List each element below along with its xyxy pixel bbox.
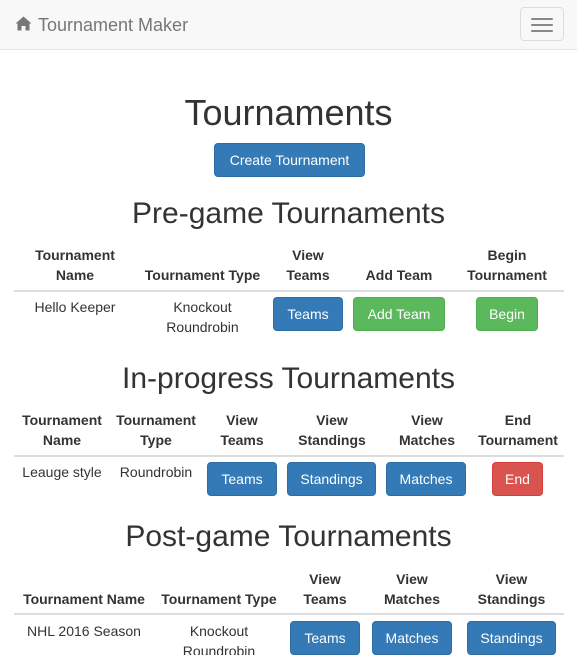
postgame-matches-button[interactable]: Matches [372,621,452,655]
inprogress-cell-name: Leauge style [22,464,102,480]
navbar-toggle-button[interactable] [520,7,564,41]
postgame-header-rule [14,613,564,615]
navbar: Tournament Maker [0,0,577,50]
inprogress-header-name: Tournament Name [22,412,102,448]
inprogress-header-view-teams: View Teams [220,412,264,448]
inprogress-header-end: End Tournament [478,412,558,448]
pregame-cell-type: Knockout Roundrobin [166,299,239,335]
postgame-header-view-matches: View Matches [383,571,441,607]
inprogress-end-button[interactable]: End [492,462,543,496]
pregame-teams-button[interactable]: Teams [273,297,343,331]
inprogress-cell-type: Roundrobin [119,464,193,480]
postgame-cell-name: NHL 2016 Season [27,623,141,639]
inprogress-standings-button[interactable]: Standings [287,462,376,496]
postgame-header-name: Tournament Name [23,591,145,607]
inprogress-header-view-standings: View Standings [298,412,366,448]
pregame-header-view-teams: View Teams [286,247,330,283]
pregame-header-name: Tournament Name [35,247,115,283]
postgame-header-view-standings: View Standings [477,571,546,607]
inprogress-header-type: Tournament Type [116,412,196,448]
page-title: Tournaments [184,92,393,133]
pregame-header-rule [14,290,564,292]
pregame-header-type: Tournament Type [144,267,261,283]
postgame-standings-button[interactable]: Standings [467,621,556,655]
postgame-cell-type: Knockout Roundrobin [182,623,256,655]
inprogress-header-rule [14,455,564,457]
pregame-add-team-button[interactable]: Add Team [353,297,445,331]
postgame-teams-button[interactable]: Teams [290,621,360,655]
inprogress-teams-button[interactable]: Teams [207,462,277,496]
postgame-section-title: Post-game Tournaments [125,520,452,553]
home-icon [15,15,38,36]
pregame-begin-button[interactable]: Begin [476,297,538,331]
pregame-cell-name: Hello Keeper [34,299,116,315]
navbar-brand[interactable]: Tournament Maker [15,0,188,50]
pregame-header-add-team: Add Team [365,267,433,283]
postgame-header-view-teams: View Teams [303,571,347,607]
inprogress-matches-button[interactable]: Matches [386,462,466,496]
pregame-header-begin: Begin Tournament [467,247,547,283]
create-tournament-button[interactable]: Create Tournament [214,143,365,177]
inprogress-section-title: In-progress Tournaments [122,362,455,395]
pregame-section-title: Pre-game Tournaments [132,197,445,230]
brand-label: Tournament Maker [38,14,189,35]
inprogress-header-view-matches: View Matches [398,412,456,448]
postgame-header-type: Tournament Type [161,591,277,607]
